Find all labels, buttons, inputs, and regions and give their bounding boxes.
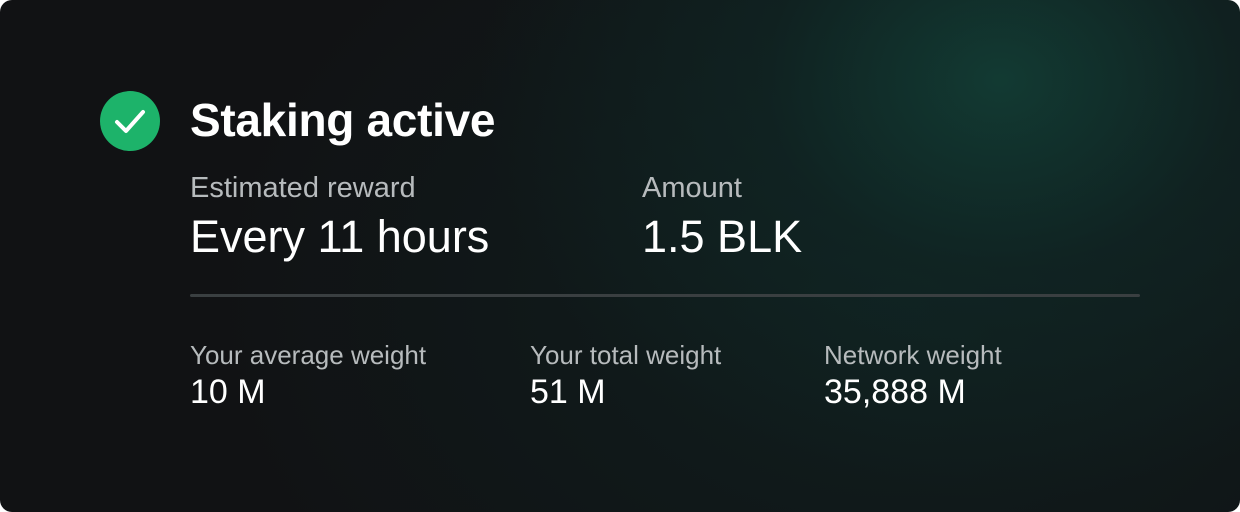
check-icon bbox=[100, 91, 160, 151]
amount-value: 1.5 BLK bbox=[642, 211, 803, 262]
average-weight-label: Your average weight bbox=[190, 340, 427, 370]
network-weight-label: Network weight bbox=[824, 340, 1002, 370]
estimated-reward-value: Every 11 hours bbox=[190, 211, 490, 262]
amount-label: Amount bbox=[642, 172, 742, 204]
estimated-reward-label: Estimated reward bbox=[190, 172, 416, 204]
divider bbox=[190, 294, 1140, 297]
staking-status-card: Staking active Estimated reward Every 11… bbox=[0, 0, 1240, 512]
total-weight-value: 51 M bbox=[530, 373, 606, 411]
average-weight-value: 10 M bbox=[190, 373, 266, 411]
total-weight-label: Your total weight bbox=[530, 340, 722, 370]
check-circle-icon bbox=[100, 91, 160, 151]
network-weight-value: 35,888 M bbox=[824, 373, 966, 411]
staking-status-title: Staking active bbox=[190, 94, 496, 146]
